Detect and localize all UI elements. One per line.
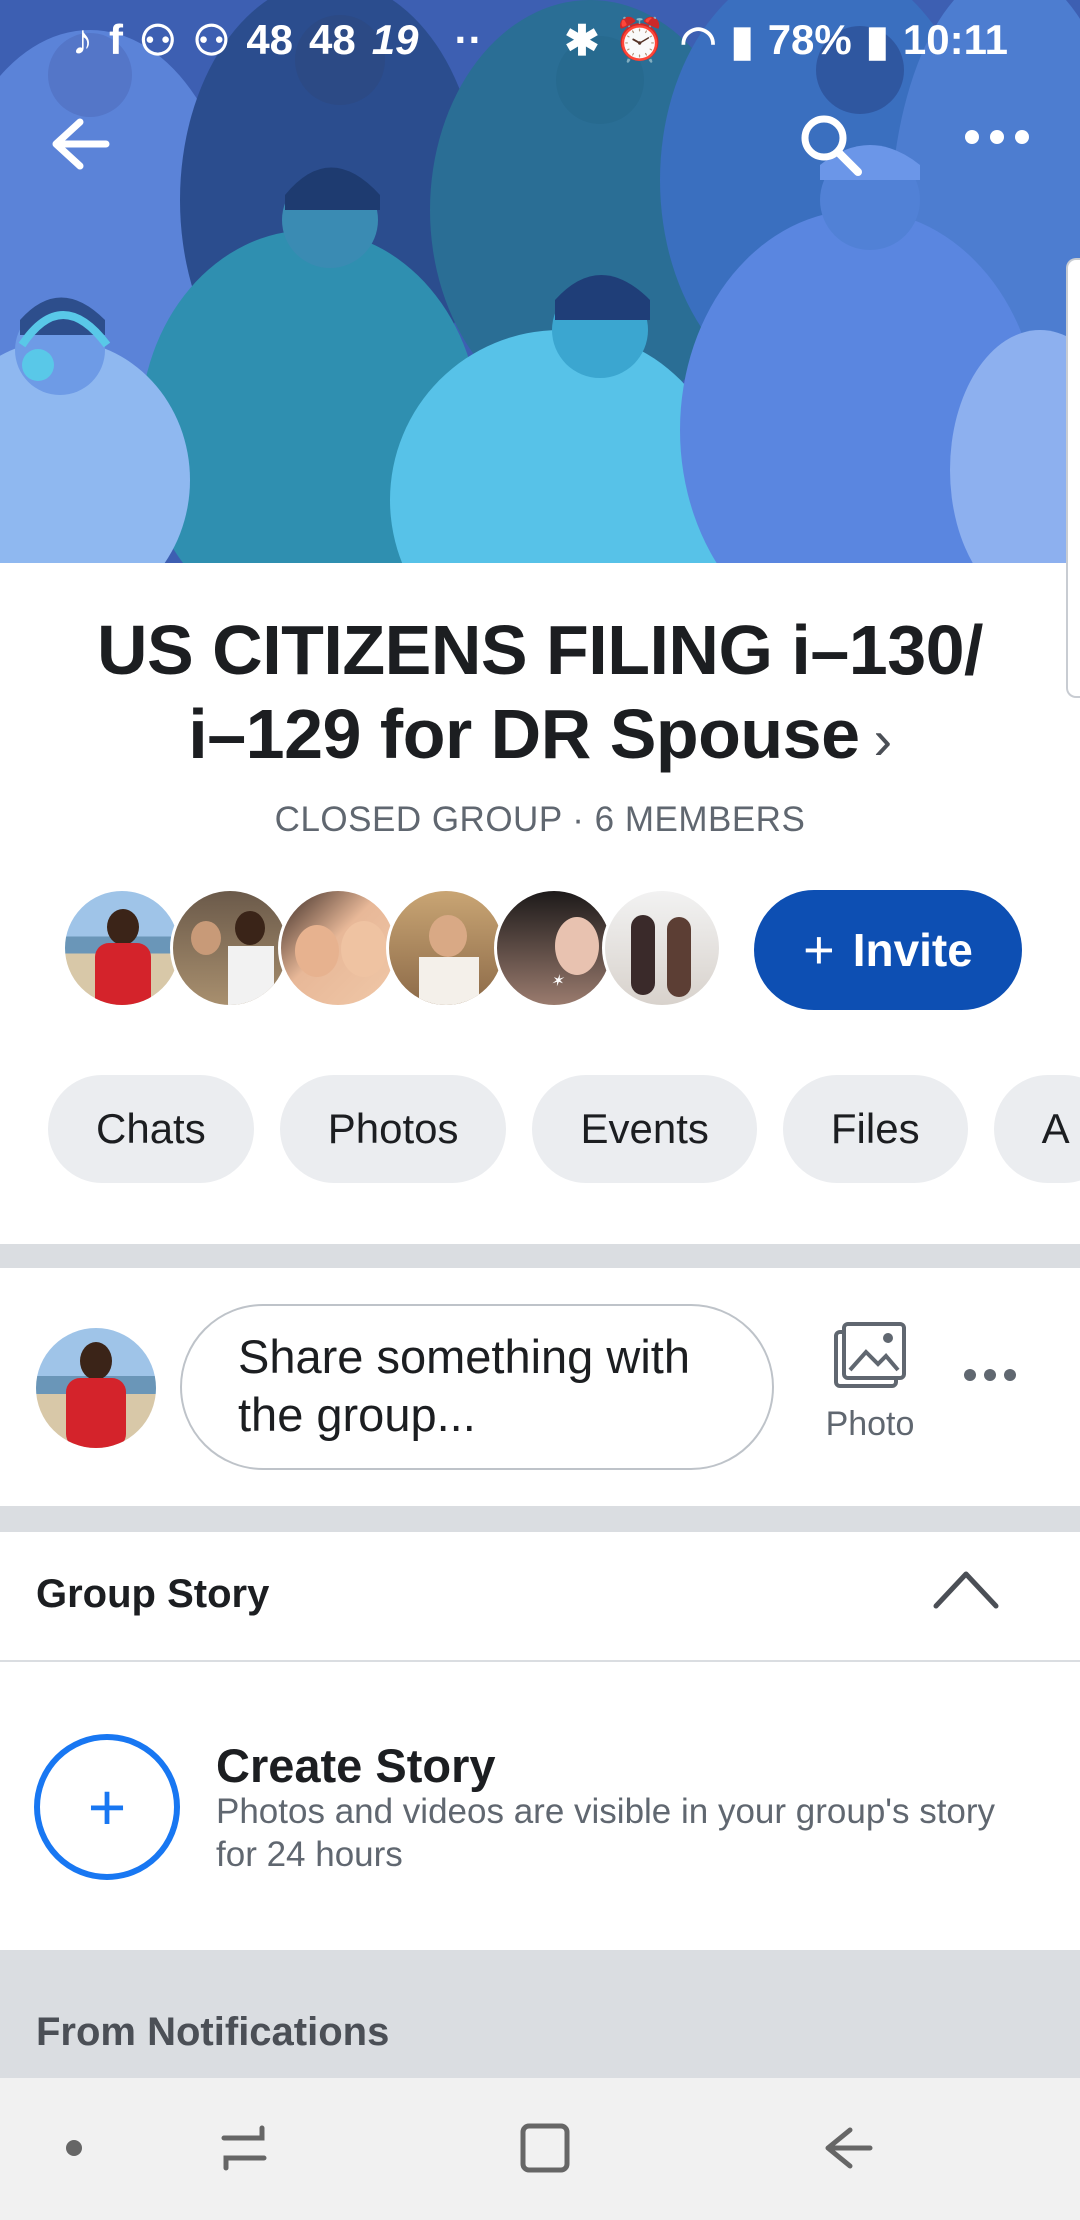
chevron-right-icon: ›	[873, 707, 893, 771]
recents-icon	[221, 2125, 267, 2171]
more-options-button[interactable]	[962, 122, 1032, 162]
composer-more-button[interactable]	[960, 1360, 1040, 1410]
more-notifications-dots: ··	[454, 16, 483, 63]
group-story-title: Group Story	[36, 1572, 270, 1616]
create-story-button[interactable]: +	[34, 1734, 180, 1880]
back-arrow-icon	[52, 118, 110, 170]
battery-icon: ▮	[865, 16, 889, 64]
clock: 10:11	[902, 16, 1008, 63]
collapse-button[interactable]	[930, 1562, 1002, 1616]
bluetooth-icon: ✱	[564, 16, 600, 64]
avatar[interactable]	[602, 888, 722, 1008]
notification-count: 48	[309, 16, 356, 63]
system-nav-bar	[0, 2078, 1080, 2220]
home-button[interactable]	[505, 2118, 585, 2178]
divider	[0, 1244, 1080, 1268]
composer-placeholder: Share something with	[238, 1330, 690, 1383]
android-icon: ⚇	[192, 16, 231, 64]
scroll-indicator	[1066, 258, 1080, 698]
avatar[interactable]	[62, 888, 182, 1008]
divider	[0, 1506, 1080, 1532]
plus-icon: +	[803, 920, 835, 980]
from-notifications-section: From Notifications	[0, 1950, 1080, 2078]
photo-icon	[834, 1322, 906, 1388]
group-story-header[interactable]: Group Story	[0, 1532, 1080, 1662]
avatar[interactable]	[170, 888, 290, 1008]
nav-dot-button[interactable]	[34, 2118, 114, 2178]
battery-percent: 78%	[767, 16, 852, 63]
top-nav	[0, 100, 1080, 190]
nav-back-button[interactable]	[808, 2118, 888, 2178]
avatar[interactable]	[386, 888, 506, 1008]
photo-button[interactable]: Photo	[800, 1322, 940, 1452]
notification-count: 19	[371, 16, 419, 63]
home-square-icon	[520, 2123, 570, 2173]
tab-chats[interactable]: Chats	[48, 1075, 254, 1183]
composer-placeholder: the group...	[238, 1388, 476, 1441]
recents-button[interactable]	[204, 2118, 284, 2178]
tab-events[interactable]: Events	[532, 1075, 757, 1183]
invite-button[interactable]: + Invite	[754, 890, 1022, 1010]
group-title-line: US CITIZENS FILING i–130/	[96, 611, 984, 689]
alarm-icon: ⏰	[613, 15, 666, 63]
tab-files[interactable]: Files	[782, 1075, 968, 1183]
wifi-icon: ◠	[679, 16, 717, 64]
member-avatars[interactable]: ✶	[62, 888, 722, 1010]
notification-count: 48	[246, 16, 294, 63]
cover-illustration	[0, 0, 1080, 563]
avatar[interactable]	[36, 1328, 156, 1448]
chevron-up-icon	[933, 1571, 999, 1609]
plus-icon: +	[87, 1770, 127, 1844]
create-story-title[interactable]: Create Story	[216, 1738, 496, 1793]
search-icon	[801, 115, 862, 176]
create-story-subtitle: Photos and videos are visible in your gr…	[216, 1792, 996, 1874]
signal-icon: ▮	[730, 16, 754, 64]
group-title-line: i–129 for DR Spouse	[188, 695, 860, 773]
tab-more[interactable]: A	[993, 1075, 1080, 1183]
group-cover-photo[interactable]	[0, 0, 1080, 563]
back-button[interactable]	[50, 118, 120, 178]
android-icon: ⚇	[139, 16, 177, 64]
photo-label: Photo	[825, 1405, 915, 1443]
more-icon	[965, 130, 1029, 144]
dot-icon	[66, 2140, 82, 2156]
group-tabs: Chats Photos Events Files A	[48, 1075, 1080, 1185]
back-arrow-icon	[825, 2127, 873, 2169]
avatar[interactable]	[278, 888, 398, 1008]
avatar[interactable]: ✶	[494, 888, 614, 1008]
facebook-icon: f	[109, 16, 123, 63]
tab-photos[interactable]: Photos	[279, 1075, 507, 1183]
status-bar: ♪ f ⚇ ⚇ 48 48 19 ·· ✱ ⏰ ◠ ▮ 78% ▮ 10:11	[0, 0, 1080, 80]
music-icon: ♪	[72, 16, 93, 63]
more-icon	[964, 1369, 1016, 1381]
search-button[interactable]	[798, 112, 868, 182]
group-title[interactable]: US CITIZENS FILING i–130/ i–129 for DR S…	[40, 608, 1040, 782]
invite-label: Invite	[852, 924, 973, 976]
section-title: From Notifications	[36, 2010, 390, 2054]
composer-input[interactable]: Share something with the group...	[180, 1304, 774, 1470]
group-meta: CLOSED GROUP · 6 MEMBERS	[274, 800, 806, 839]
